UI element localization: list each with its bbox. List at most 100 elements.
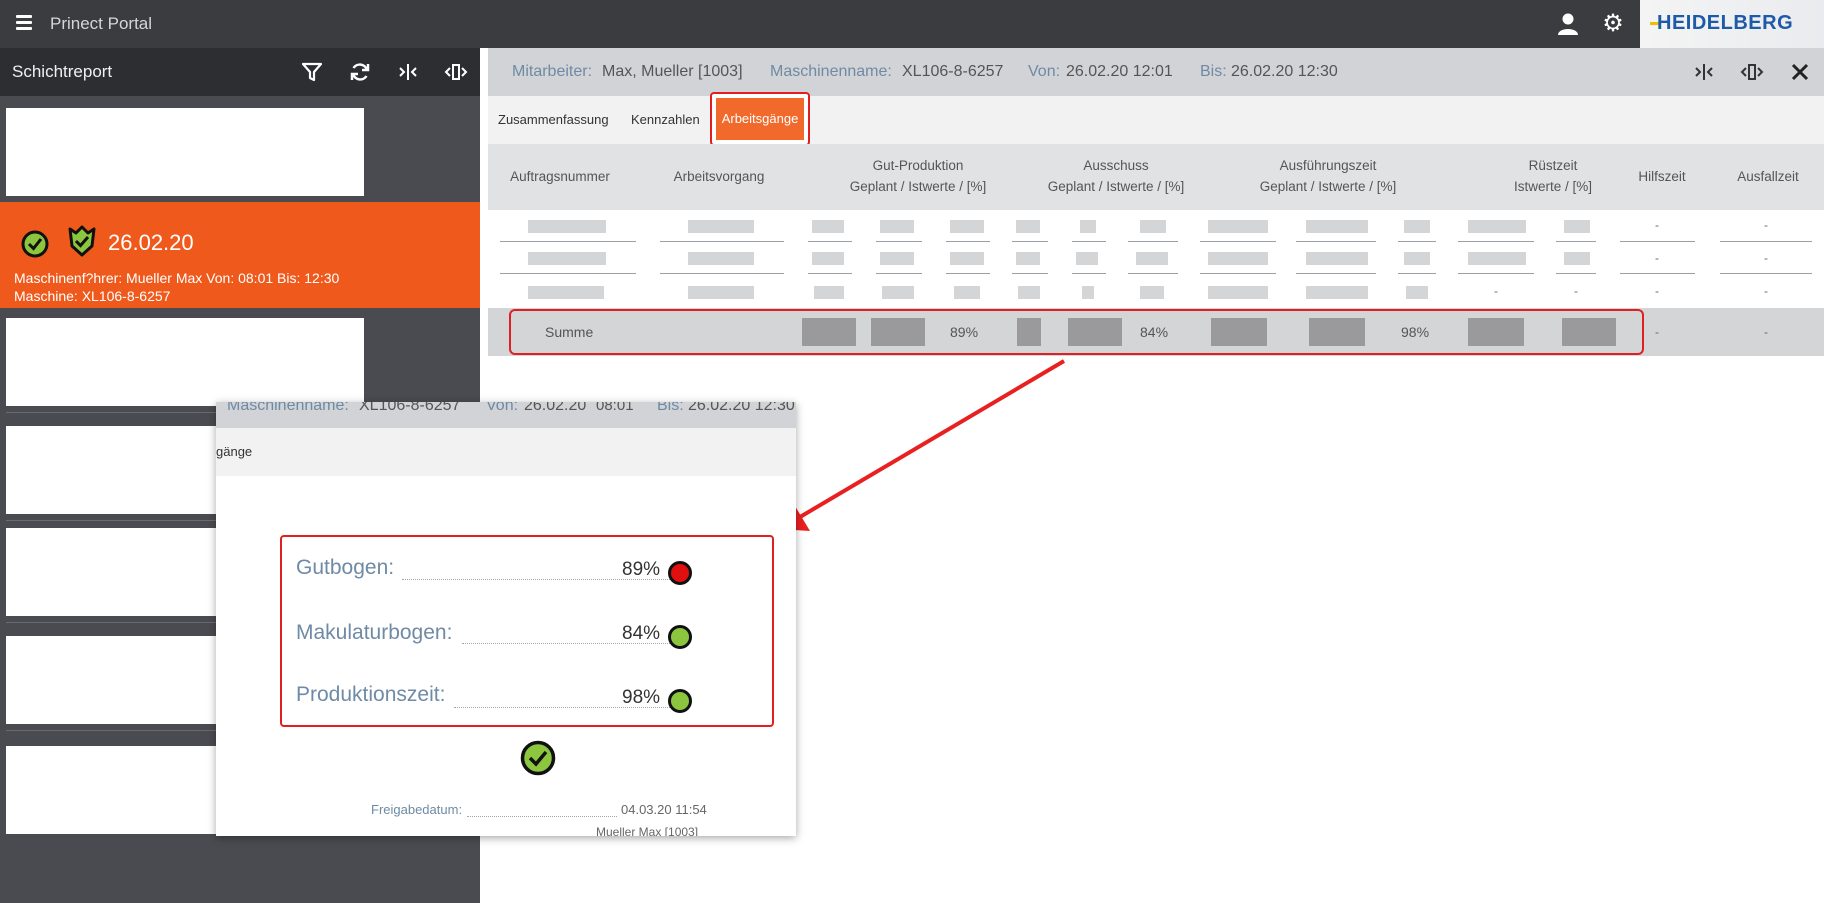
redacted-cell [1136, 252, 1168, 265]
col-hilfszeit[interactable]: Hilfszeit [1618, 169, 1706, 184]
tab-arbeitsgaenge[interactable]: Arbeitsgänge [716, 98, 804, 140]
freigabe-value: 04.03.20 11:54 [621, 802, 707, 817]
von-label: Von: [1028, 63, 1061, 80]
popup-tab-arbeitsgaenge[interactable]: gänge [216, 428, 252, 476]
row-divider [500, 273, 636, 274]
close-icon[interactable] [1788, 60, 1812, 84]
tab-kennzahlen[interactable]: Kennzahlen [631, 96, 700, 144]
col-ausschuss-sub: Geplant / Istwerte / [%] [1047, 179, 1185, 194]
row-divider [1072, 273, 1106, 274]
card-date: 26.02.20 [108, 230, 194, 255]
redacted-cell [1468, 252, 1526, 265]
redacted-cell [528, 286, 604, 299]
status-dot-green [668, 689, 692, 713]
redacted-cell [1016, 252, 1040, 265]
row-divider [1720, 241, 1812, 242]
expand-icon[interactable] [444, 60, 468, 84]
row-divider [1620, 273, 1695, 274]
redacted-cell [1018, 286, 1040, 299]
row-divider [1398, 241, 1436, 242]
redacted-cell [1404, 252, 1430, 265]
redacted-cell [1468, 220, 1526, 233]
collapse-icon[interactable] [1692, 60, 1716, 84]
redacted-cell [528, 252, 606, 265]
row-divider [1296, 273, 1376, 274]
row-divider [946, 273, 990, 274]
empty-cell: - [1764, 284, 1768, 298]
redacted-cell [1082, 286, 1094, 299]
freigabe-user: Mueller Max [1003] [596, 825, 699, 836]
expand-icon[interactable] [1740, 60, 1764, 84]
freigabe-label: Freigabedatum: [371, 802, 463, 817]
redacted-cell [1208, 286, 1268, 299]
row-divider [1620, 241, 1695, 242]
empty-cell: - [1764, 325, 1768, 339]
popup-von-label: Von: [486, 402, 519, 414]
redacted-cell [1564, 252, 1590, 265]
col-gut-produktion[interactable]: Gut-Produktion [808, 158, 1028, 173]
col-ruestzeit-sub: Istwerte / [%] [1513, 179, 1593, 194]
empty-cell: - [1655, 218, 1659, 232]
redacted-cell [882, 286, 914, 299]
left-panel-header: Schichtreport [0, 48, 480, 96]
redacted-cell [1016, 220, 1040, 233]
row-divider [660, 241, 784, 242]
kpi-value-gutbogen: 89% [622, 559, 661, 580]
refresh-icon[interactable] [348, 60, 372, 84]
redacted-cell [950, 220, 984, 233]
app-title: Prinect Portal [50, 14, 153, 33]
gear-icon[interactable]: ⚙ [1600, 11, 1626, 37]
empty-cell: - [1764, 218, 1768, 232]
annotation-arrow [778, 359, 1066, 531]
row-divider [660, 273, 784, 274]
redacted-cell [688, 220, 754, 233]
empty-cell: - [1655, 251, 1659, 265]
redacted-cell [950, 252, 984, 265]
row-divider [1458, 241, 1534, 242]
check-badge-icon [520, 740, 556, 776]
redacted-cell [1140, 286, 1164, 299]
redacted-cell [814, 286, 844, 299]
col-arbeitsvorgang[interactable]: Arbeitsvorgang [644, 169, 794, 184]
report-card-active[interactable]: 26.02.20 Maschinenf?hrer: Mueller Max Vo… [0, 202, 480, 308]
menu-icon[interactable] [16, 15, 32, 30]
col-ausfuehrungszeit[interactable]: Ausführungszeit [1198, 158, 1458, 173]
empty-cell: - [1574, 284, 1578, 298]
row-divider [808, 241, 852, 242]
col-ausfallzeit[interactable]: Ausfallzeit [1718, 169, 1818, 184]
row-divider [500, 241, 636, 242]
kpi-label-produktionszeit: Produktionszeit: [296, 683, 446, 706]
bis-label: Bis: [1200, 63, 1227, 80]
redacted-cell [1076, 252, 1098, 265]
redacted-cell [954, 286, 980, 299]
shift-info-bar: Mitarbeiter: Max, Mueller [1003] Maschin… [488, 48, 1824, 96]
redacted-cell [1080, 220, 1096, 233]
col-ruestzeit[interactable]: Rüstzeit [1488, 158, 1618, 173]
kpi-label-gutbogen: Gutbogen: [296, 556, 395, 579]
redacted-cell [688, 286, 754, 299]
col-auftragsnummer[interactable]: Auftragsnummer [488, 169, 632, 184]
collapse-icon[interactable] [396, 60, 420, 84]
redacted-cell [1406, 286, 1428, 299]
redacted-cell [1404, 220, 1430, 233]
col-gut-sub: Geplant / Istwerte / [%] [849, 179, 987, 194]
empty-cell: - [1494, 284, 1498, 298]
kpi-label-makulaturbogen: Makulaturbogen: [296, 621, 453, 644]
report-card[interactable] [6, 108, 364, 196]
left-panel-title: Schichtreport [12, 62, 113, 81]
filter-icon[interactable] [300, 60, 324, 84]
col-ausschuss[interactable]: Ausschuss [1006, 158, 1226, 173]
row-divider [1200, 273, 1276, 274]
empty-cell: - [1764, 251, 1768, 265]
redacted-cell [528, 220, 606, 233]
row-divider [1128, 273, 1178, 274]
tab-zusammenfassung[interactable]: Zusammenfassung [498, 96, 609, 144]
user-icon[interactable] [1557, 12, 1579, 36]
row-divider [1556, 241, 1596, 242]
card-machine-line: Maschine: XL106-8-6257 [14, 288, 171, 304]
empty-cell: - [1655, 325, 1659, 339]
row-divider [1458, 273, 1534, 274]
redacted-cell [1306, 252, 1368, 265]
report-card[interactable] [6, 318, 364, 406]
heidelberg-logo: HEIDELBERG [1640, 0, 1824, 48]
